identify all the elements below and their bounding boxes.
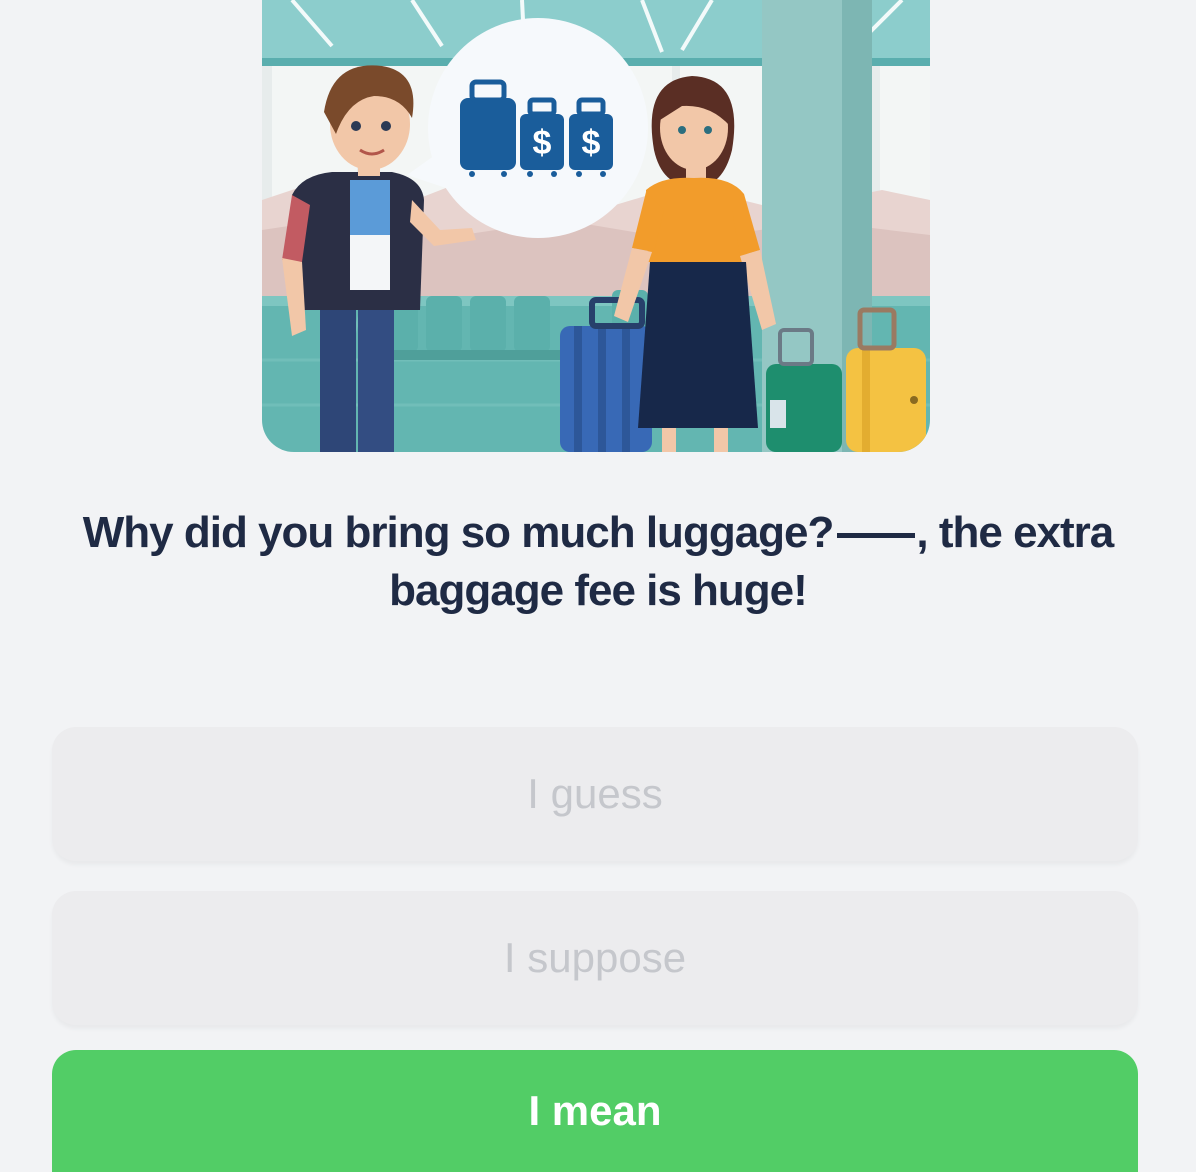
svg-text:$: $ <box>582 124 601 162</box>
answer-blank <box>837 533 916 538</box>
option-i-suppose[interactable]: I suppose <box>52 891 1138 1025</box>
option-i-mean[interactable]: I mean <box>52 1050 1138 1172</box>
question-text: Why did you bring so much luggage?, the … <box>60 504 1136 620</box>
option-label: I mean <box>528 1087 662 1134</box>
option-label: I suppose <box>503 934 687 981</box>
scene-illustration: $ $ <box>262 0 930 452</box>
option-label: I guess <box>527 770 663 817</box>
svg-text:$: $ <box>533 124 552 162</box>
question-before-blank: Why did you bring so much luggage? <box>82 508 835 557</box>
option-i-guess[interactable]: I guess <box>52 727 1138 861</box>
